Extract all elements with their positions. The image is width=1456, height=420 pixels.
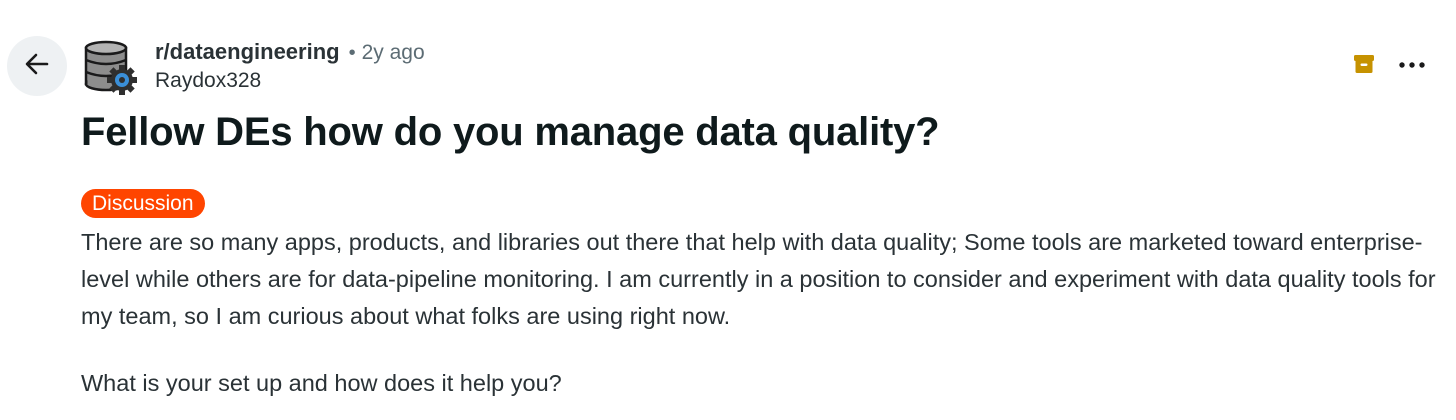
post-flair[interactable]: Discussion xyxy=(81,189,205,218)
subreddit-avatar[interactable] xyxy=(80,38,140,98)
post-body: There are so many apps, products, and li… xyxy=(81,224,1441,402)
meta-bottom-row: Raydox328 xyxy=(155,67,425,95)
meta-separator: • xyxy=(348,42,356,64)
post-body-paragraph: There are so many apps, products, and li… xyxy=(81,229,1436,329)
author-link[interactable]: Raydox328 xyxy=(155,67,261,95)
post-body-paragraph: What is your set up and how does it help… xyxy=(81,370,562,396)
post-title: Fellow DEs how do you manage data qualit… xyxy=(81,110,940,154)
subreddit-link[interactable]: r/dataengineering xyxy=(155,38,340,66)
archive-icon xyxy=(1352,52,1376,81)
archive-button[interactable] xyxy=(1348,50,1380,82)
post-timestamp: 2y ago xyxy=(361,41,425,64)
more-options-button[interactable] xyxy=(1394,50,1430,82)
back-button[interactable] xyxy=(7,36,67,96)
meta-top-row: r/dataengineering • 2y ago xyxy=(155,38,425,67)
database-gear-icon xyxy=(80,40,140,102)
more-horizontal-icon xyxy=(1398,57,1426,75)
arrow-left-icon xyxy=(22,49,52,84)
post-meta: r/dataengineering • 2y ago Raydox328 xyxy=(155,38,425,95)
